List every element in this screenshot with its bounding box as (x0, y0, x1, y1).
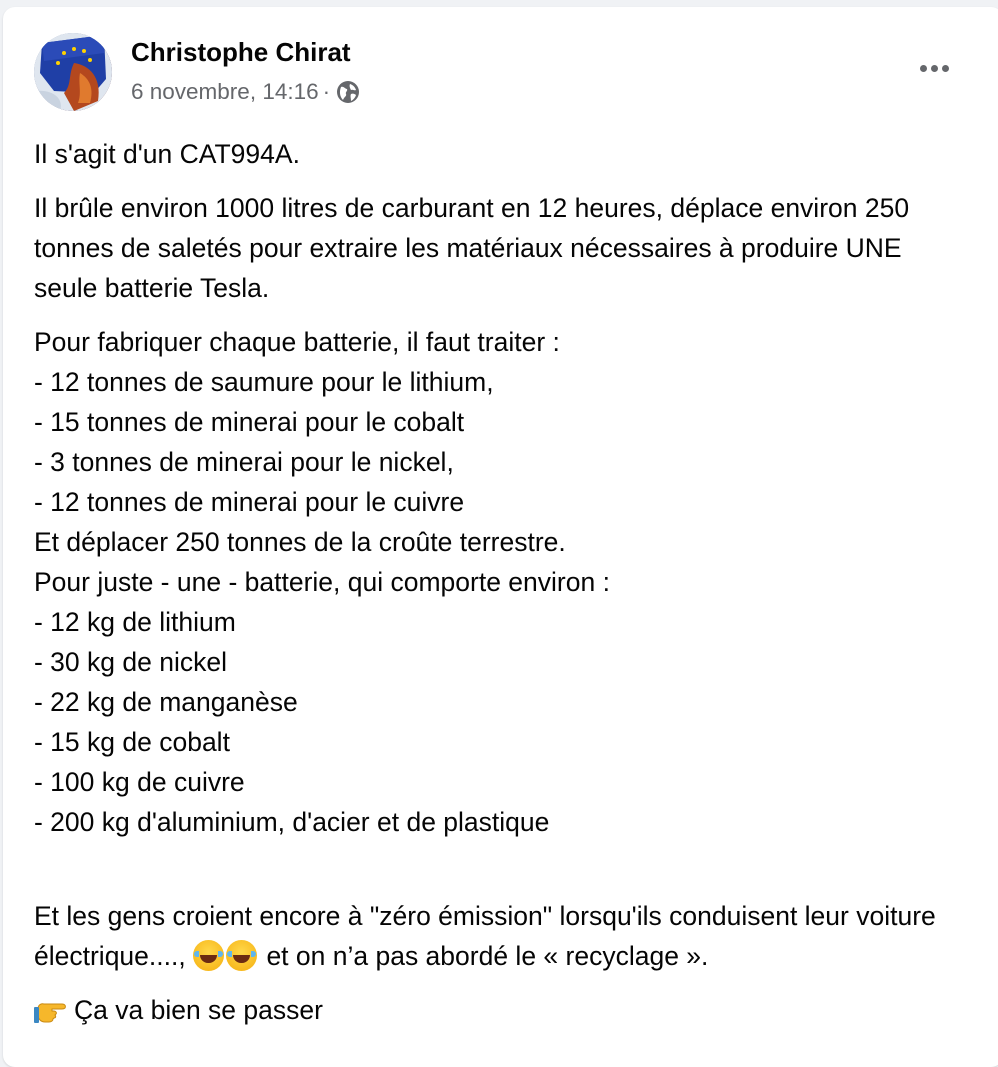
post-meta: 6 novembre, 14:16 · (131, 76, 360, 108)
post-paragraph-3: Pour fabriquer chaque batterie, il faut … (34, 327, 610, 837)
post-paragraph-1: Il s'agit d'un CAT994A. (34, 139, 300, 169)
pointing-hand-emoji (34, 1003, 66, 1023)
globe-icon (337, 81, 360, 103)
post-paragraph-5: Ça va bien se passer (34, 990, 969, 1030)
meta-separator: · (322, 79, 331, 104)
more-options-button[interactable] (910, 52, 958, 84)
author-name[interactable]: Christophe Chirat (131, 35, 351, 69)
post-paragraph-2: Il brûle environ 1000 litres de carburan… (34, 193, 910, 303)
more-options-icon (919, 64, 927, 72)
post-body: Il s'agit d'un CAT994A. Il brûle environ… (34, 134, 969, 1044)
laughing-tears-emoji (226, 940, 258, 971)
post-paragraph-4: Et les gens croient encore à "zéro émiss… (34, 856, 969, 976)
paragraph-4-end: et on n’a pas abordé le « recyclage ». (259, 941, 709, 971)
post-timestamp[interactable]: 6 novembre, 14:16 (131, 76, 319, 108)
laughing-tears-emoji (193, 940, 225, 971)
avatar[interactable] (34, 33, 112, 111)
paragraph-5-text: Ça va bien se passer (74, 995, 323, 1025)
